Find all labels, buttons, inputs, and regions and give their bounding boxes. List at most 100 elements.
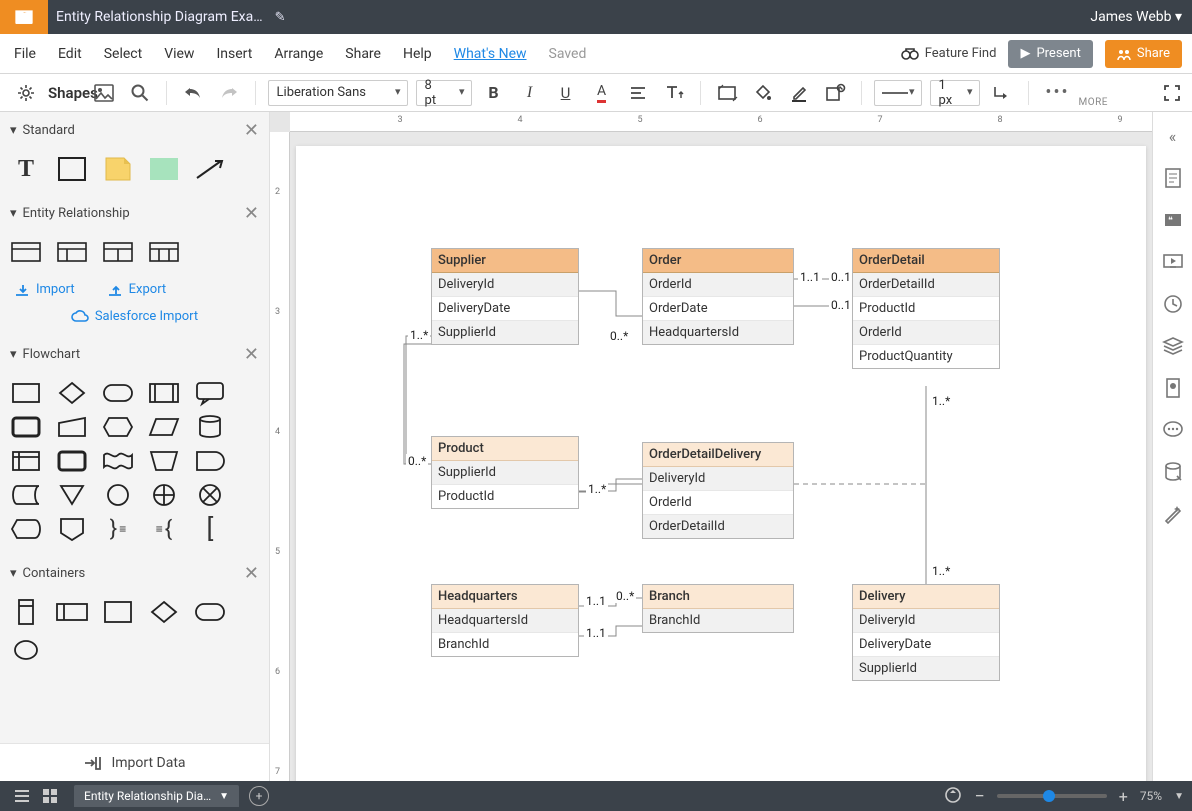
cont-6[interactable] [10, 638, 42, 662]
shape-arrow[interactable] [194, 157, 226, 181]
page-tab[interactable]: Entity Relationship Dia… ▼ [74, 785, 239, 807]
shape-er-4[interactable] [148, 240, 180, 264]
search-icon[interactable] [126, 79, 154, 107]
fc-connector[interactable] [102, 483, 134, 507]
fc-manual-op[interactable] [148, 449, 180, 473]
shape-er-2[interactable] [56, 240, 88, 264]
line-options-icon[interactable] [988, 79, 1016, 107]
shape-note[interactable] [102, 157, 134, 181]
menu-help[interactable]: Help [403, 46, 432, 62]
border-color-icon[interactable] [785, 79, 813, 107]
fc-callout[interactable] [194, 381, 226, 405]
line-style-select[interactable] [874, 80, 922, 106]
shape-block[interactable] [148, 157, 180, 181]
fc-rect[interactable] [10, 381, 42, 405]
zoom-out-button[interactable]: − [974, 786, 984, 807]
undo-icon[interactable] [179, 79, 207, 107]
text-options-icon[interactable] [660, 79, 688, 107]
panel-data-icon[interactable] [1163, 378, 1183, 398]
import-data-button[interactable]: Import Data [0, 743, 269, 781]
panel-db-icon[interactable] [1163, 462, 1183, 482]
more-icon[interactable]: ••• [1041, 79, 1075, 107]
menu-share[interactable]: Share [345, 46, 381, 62]
image-icon[interactable] [90, 79, 118, 107]
fc-or[interactable] [148, 483, 180, 507]
fc-rrect2[interactable] [56, 449, 88, 473]
italic-icon[interactable]: I [516, 79, 544, 107]
panel-present-icon[interactable] [1163, 252, 1183, 272]
zoom-level[interactable]: 75% [1140, 789, 1162, 803]
fc-internal[interactable] [10, 449, 42, 473]
text-color-icon[interactable]: A [588, 79, 616, 107]
er-export[interactable]: Export [107, 282, 167, 297]
shape-text[interactable]: T [10, 157, 42, 181]
fc-display[interactable] [10, 517, 42, 541]
cont-1[interactable] [10, 600, 42, 624]
share-button[interactable]: Share [1105, 40, 1182, 68]
collapse-right-icon[interactable]: « [1163, 126, 1183, 146]
sync-icon[interactable] [944, 786, 962, 807]
menu-file[interactable]: File [14, 46, 36, 62]
panel-chat-icon[interactable] [1163, 420, 1183, 440]
menu-whats-new[interactable]: What's New [454, 46, 527, 62]
feature-find[interactable]: Feature Find [901, 46, 997, 61]
entity-headquarters[interactable]: Headquarters HeadquartersId BranchId [431, 584, 579, 657]
entity-supplier[interactable]: Supplier DeliveryId DeliveryDate Supplie… [431, 248, 579, 345]
entity-odd[interactable]: OrderDetailDelivery DeliveryId OrderId O… [642, 442, 794, 539]
menu-edit[interactable]: Edit [58, 46, 82, 62]
redo-icon[interactable] [215, 79, 243, 107]
entity-delivery[interactable]: Delivery DeliveryId DeliveryDate Supplie… [852, 584, 1000, 681]
fullscreen-icon[interactable] [1158, 79, 1186, 107]
fill-icon[interactable] [749, 79, 777, 107]
section-entity-relationship[interactable]: ▾ Entity Relationship✕ [0, 195, 269, 232]
zoom-in-button[interactable]: + [1119, 787, 1128, 806]
fc-predef[interactable] [148, 381, 180, 405]
shape-rectangle[interactable] [56, 157, 88, 181]
menu-insert[interactable]: Insert [216, 46, 252, 62]
menu-select[interactable]: Select [104, 46, 142, 62]
cont-2[interactable] [56, 600, 88, 624]
document-title[interactable]: Entity Relationship Diagram Exa… [56, 9, 263, 25]
user-menu[interactable]: James Webb ▾ [1090, 9, 1182, 25]
section-containers[interactable]: ▾ Containers✕ [0, 555, 269, 592]
font-size-select[interactable]: 8 pt [416, 80, 472, 106]
align-icon[interactable] [624, 79, 652, 107]
close-icon[interactable]: ✕ [244, 203, 259, 224]
section-flowchart[interactable]: ▾ Flowchart✕ [0, 336, 269, 373]
fc-brace-close[interactable]: }≡ [102, 517, 134, 541]
er-import[interactable]: Import [14, 282, 75, 297]
line-width-select[interactable]: 1 px [930, 80, 980, 106]
fc-diamond[interactable] [56, 381, 88, 405]
fc-terminator[interactable] [102, 381, 134, 405]
fc-manual-input[interactable] [56, 415, 88, 439]
panel-layers-icon[interactable] [1163, 336, 1183, 356]
footer-list-icon[interactable] [8, 782, 36, 810]
present-button[interactable]: ▶ Present [1008, 40, 1092, 68]
fc-offpage[interactable] [56, 517, 88, 541]
add-page-button[interactable]: + [249, 786, 269, 806]
section-standard[interactable]: ▾ Standard✕ [0, 112, 269, 149]
panel-comments-icon[interactable]: ❝ [1163, 210, 1183, 230]
fc-tape[interactable] [102, 449, 134, 473]
entity-product[interactable]: Product SupplierId ProductId [431, 436, 579, 509]
fc-parallelogram[interactable] [148, 415, 180, 439]
cont-5[interactable] [194, 600, 226, 624]
underline-icon[interactable]: U [552, 79, 580, 107]
entity-orderdetail[interactable]: OrderDetail OrderDetailId ProductId Orde… [852, 248, 1000, 369]
menu-arrange[interactable]: Arrange [274, 46, 323, 62]
font-family-select[interactable]: Liberation Sans [268, 80, 408, 106]
rename-icon[interactable]: ✎ [275, 10, 286, 25]
bold-icon[interactable]: B [480, 79, 508, 107]
entity-order[interactable]: Order OrderId OrderDate HeadquartersId [642, 248, 794, 345]
menu-view[interactable]: View [164, 46, 194, 62]
fc-stored[interactable] [10, 483, 42, 507]
close-icon[interactable]: ✕ [244, 120, 259, 141]
shape-er-3[interactable] [102, 240, 134, 264]
fc-rrect-bold[interactable] [10, 415, 42, 439]
close-icon[interactable]: ✕ [244, 344, 259, 365]
panel-page-icon[interactable] [1163, 168, 1183, 188]
fc-sum[interactable] [194, 483, 226, 507]
fc-delay[interactable] [194, 449, 226, 473]
fc-hexagon[interactable] [102, 415, 134, 439]
shape-rect-icon[interactable] [713, 79, 741, 107]
